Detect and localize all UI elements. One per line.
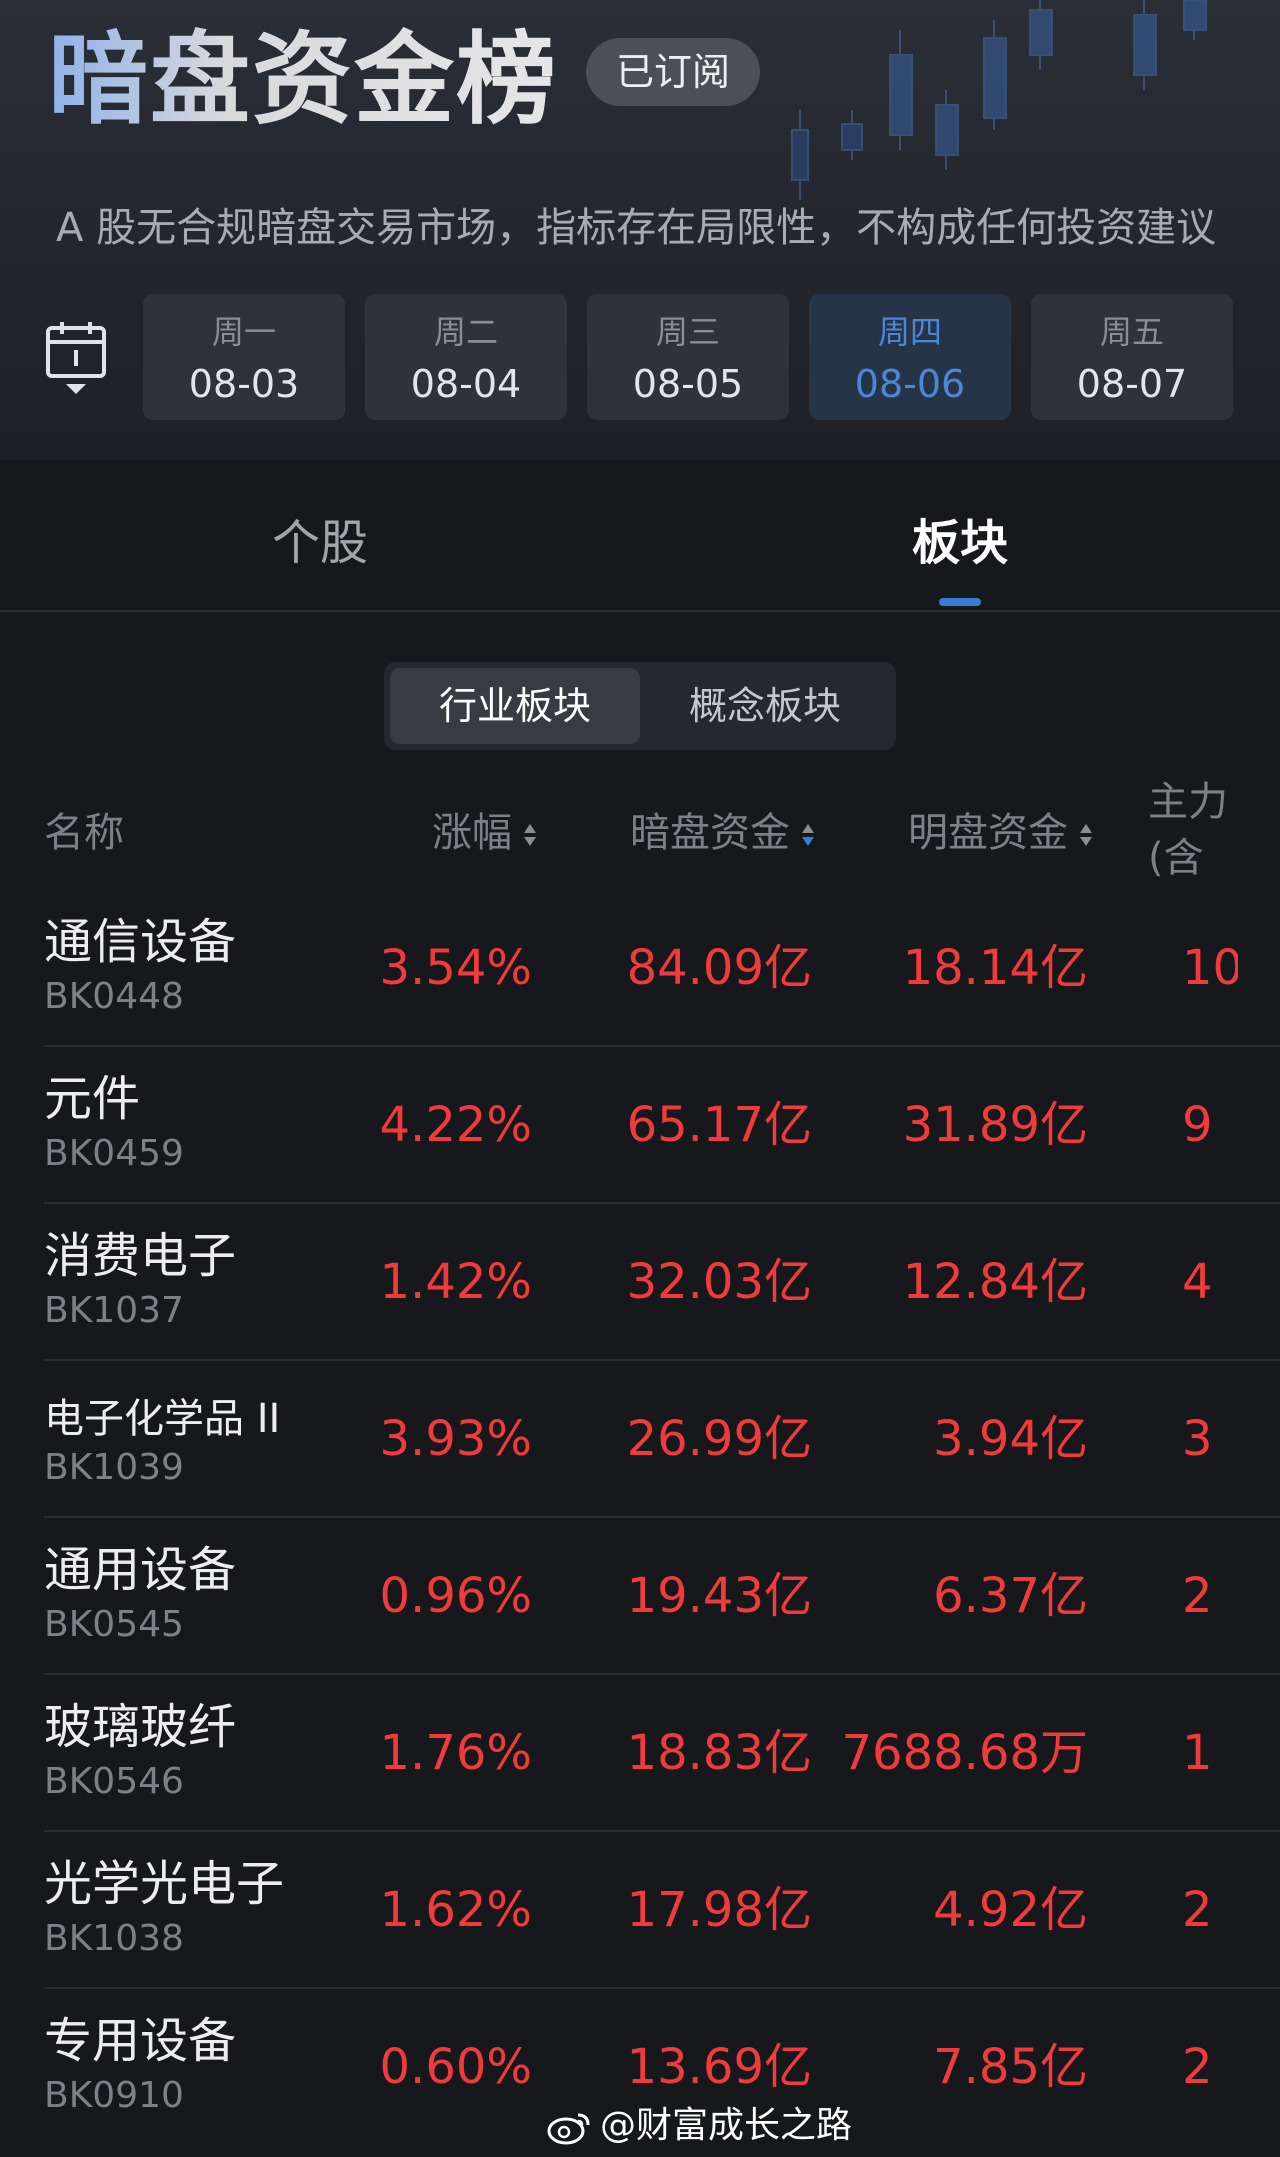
dark-funds-value: 65.17亿 (626, 1097, 812, 1153)
weekday-label: 周四 (877, 313, 942, 351)
column-header-dark-funds-label: 暗盘资金 (630, 810, 790, 856)
sector-code: BK1038 (44, 1918, 184, 1959)
sector-code: BK1037 (44, 1290, 184, 1331)
sector-name: 电子化学品 II (44, 1396, 281, 1442)
open-funds-value: 7688.68万 (841, 1725, 1089, 1781)
change-value: 0.60% (379, 2039, 532, 2095)
column-header-open-funds[interactable]: 明盘资金 (908, 806, 1094, 860)
dark-funds-value: 26.99亿 (626, 1411, 812, 1467)
open-funds-value: 18.14亿 (902, 940, 1088, 996)
sort-icon (1080, 824, 1092, 846)
date-label: 08-07 (1076, 362, 1188, 406)
segment-concept[interactable]: 概念板块 (640, 668, 890, 744)
change-value: 1.42% (379, 1254, 532, 1310)
dark-funds-value: 17.98亿 (626, 1882, 812, 1938)
open-funds-value: 7.85亿 (933, 2039, 1088, 2095)
open-funds-value: 12.84亿 (902, 1254, 1088, 1310)
main-funds-value: 3 (1182, 1411, 1213, 1467)
sector-type-switch: 行业板块 概念板块 (384, 662, 896, 750)
sector-name: 通信设备 (44, 914, 237, 970)
table-row[interactable]: 光学光电子 BK1038 1.62% 17.98亿 4.92亿 2 (0, 1832, 1280, 1989)
main-funds-value: 2 (1182, 1882, 1213, 1938)
tab-sectors[interactable]: 板块 (912, 510, 1008, 576)
open-funds-value: 4.92亿 (933, 1882, 1088, 1938)
open-funds-value: 3.94亿 (933, 1411, 1088, 1467)
dark-funds-value: 18.83亿 (626, 1725, 812, 1781)
main-funds-value: 4 (1182, 1254, 1213, 1310)
sector-code: BK0910 (44, 2075, 184, 2116)
table-row[interactable]: 通用设备 BK0545 0.96% 19.43亿 6.37亿 2 (0, 1518, 1280, 1675)
main-funds-value: 1 (1182, 1725, 1213, 1781)
open-funds-value: 31.89亿 (902, 1097, 1088, 1153)
column-header-main-funds-sub: (含 (1148, 835, 1204, 881)
sector-code: BK0448 (44, 976, 184, 1017)
change-value: 3.54% (379, 940, 532, 996)
column-header-name: 名称 (44, 810, 124, 856)
sector-name: 通用设备 (44, 1542, 237, 1598)
sort-icon (524, 824, 536, 846)
weekday-label: 周二 (433, 313, 498, 351)
date-tab-mon[interactable]: 周一 08-03 (143, 294, 345, 420)
calendar-icon[interactable] (44, 318, 108, 398)
date-label: 08-05 (632, 362, 744, 406)
weekday-label: 周三 (655, 313, 720, 351)
sector-name: 玻璃玻纤 (44, 1699, 237, 1755)
date-tab-wed[interactable]: 周三 08-05 (587, 294, 789, 420)
column-header-dark-funds[interactable]: 暗盘资金 (630, 806, 816, 860)
open-funds-value: 6.37亿 (933, 1568, 1088, 1624)
sector-code: BK1039 (44, 1447, 184, 1488)
main-funds-value: 2 (1182, 1568, 1213, 1624)
tab-stocks[interactable]: 个股 (272, 510, 368, 576)
column-header-change-label: 涨幅 (432, 810, 512, 856)
table-row[interactable]: 元件 BK0459 4.22% 65.17亿 31.89亿 9 (0, 1047, 1280, 1204)
change-value: 1.76% (379, 1725, 532, 1781)
page-header: 暗盘资金榜 已订阅 A 股无合规暗盘交易市场，指标存在局限性，不构成任何投资建议… (0, 0, 1280, 460)
main-funds-value: 9 (1182, 1097, 1213, 1153)
table-header: 名称 涨幅 暗盘资金 明盘资金 主力 (含 (0, 770, 1280, 890)
segment-industry[interactable]: 行业板块 (390, 668, 640, 744)
sector-name: 专用设备 (44, 2013, 237, 2069)
disclaimer-text: A 股无合规暗盘交易市场，指标存在局限性，不构成任何投资建议 (56, 205, 1217, 251)
dark-funds-value: 32.03亿 (626, 1254, 812, 1310)
subscribed-badge[interactable]: 已订阅 (586, 38, 761, 106)
column-header-main-funds[interactable]: 主力 (含 (1148, 774, 1236, 886)
weekday-label: 周五 (1099, 313, 1164, 351)
change-value: 4.22% (379, 1097, 532, 1153)
table-row[interactable]: 玻璃玻纤 BK0546 1.76% 18.83亿 7688.68万 1 (0, 1675, 1280, 1832)
dark-funds-value: 84.09亿 (626, 940, 812, 996)
table-row[interactable]: 消费电子 BK1037 1.42% 32.03亿 12.84亿 4 (0, 1204, 1280, 1361)
active-tab-indicator (939, 598, 981, 606)
change-value: 1.62% (379, 1882, 532, 1938)
dark-funds-value: 13.69亿 (626, 2039, 812, 2095)
date-tab-tue[interactable]: 周二 08-04 (365, 294, 567, 420)
date-label: 08-06 (854, 362, 966, 406)
weibo-watermark: @财富成长之路 (546, 2100, 852, 2152)
sector-name: 消费电子 (44, 1228, 237, 1284)
sector-code: BK0546 (44, 1761, 184, 1802)
column-header-main-funds-label: 主力 (1148, 779, 1228, 825)
date-tab-thu[interactable]: 周四 08-06 (809, 294, 1011, 420)
change-value: 3.93% (379, 1411, 532, 1467)
table-row[interactable]: 通信设备 BK0448 3.54% 84.09亿 18.14亿 10 (0, 890, 1280, 1047)
column-header-open-funds-label: 明盘资金 (908, 810, 1068, 856)
date-tab-fri[interactable]: 周五 08-07 (1031, 294, 1233, 420)
sector-name: 光学光电子 (44, 1856, 285, 1912)
column-header-change[interactable]: 涨幅 (432, 806, 538, 860)
weibo-logo-icon (547, 2113, 590, 2145)
table-row[interactable]: 电子化学品 II BK1039 3.93% 26.99亿 3.94亿 3 (0, 1361, 1280, 1518)
watermark-text: @财富成长之路 (600, 2105, 853, 2146)
dark-funds-value: 19.43亿 (626, 1568, 812, 1624)
page-title: 暗盘资金榜 (48, 14, 558, 144)
sort-icon (802, 824, 814, 846)
weekday-label: 周一 (211, 313, 276, 351)
main-tab-bar: 个股 板块 (0, 478, 1280, 612)
main-funds-value: 2 (1182, 2039, 1213, 2095)
main-funds-value: 10 (1182, 940, 1238, 996)
sector-code: BK0545 (44, 1604, 184, 1645)
date-label: 08-04 (410, 362, 522, 406)
change-value: 0.96% (379, 1568, 532, 1624)
sector-code: BK0459 (44, 1133, 184, 1174)
date-label: 08-03 (188, 362, 300, 406)
sector-name: 元件 (44, 1071, 141, 1127)
